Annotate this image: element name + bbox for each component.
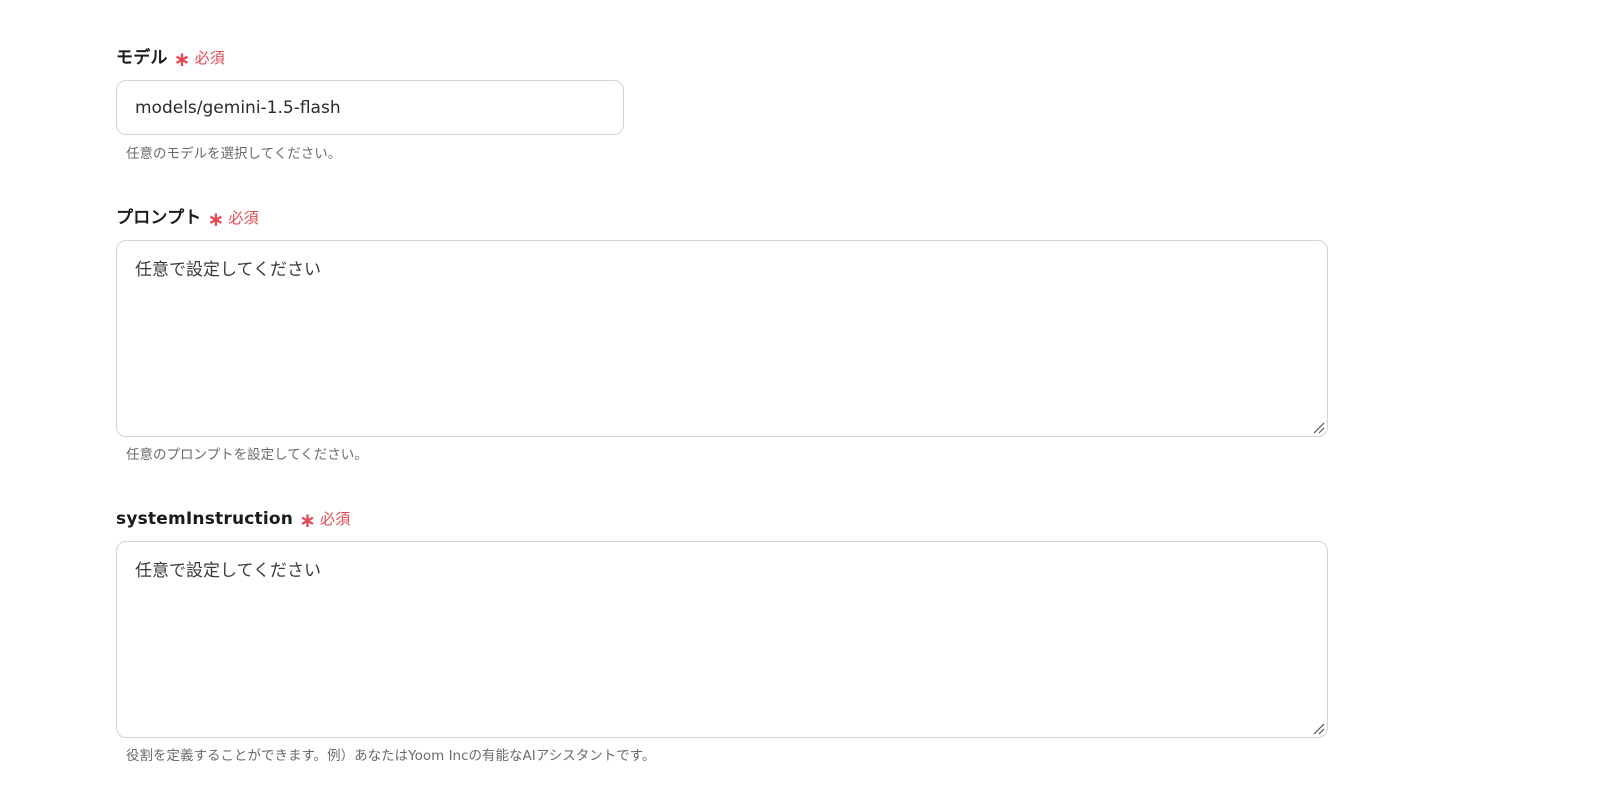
required-badge: 必須 bbox=[194, 49, 225, 67]
prompt-label: プロンプト bbox=[116, 208, 202, 228]
required-star-icon: ∗ bbox=[299, 508, 317, 532]
required-star-icon: ∗ bbox=[207, 207, 225, 231]
required-badge: 必須 bbox=[228, 209, 259, 227]
system-instruction-placeholder: 任意で設定してください bbox=[135, 561, 321, 581]
model-select-value: models/gemini-1.5-flash bbox=[135, 97, 341, 118]
system-instruction-label: systemInstruction bbox=[116, 509, 294, 529]
model-select[interactable]: models/gemini-1.5-flash bbox=[116, 80, 624, 135]
required-star-icon: ∗ bbox=[173, 47, 191, 71]
required-badge: 必須 bbox=[320, 510, 351, 528]
resize-grip-icon[interactable] bbox=[1311, 420, 1325, 434]
model-help-text: 任意のモデルを選択してください。 bbox=[126, 146, 342, 162]
system-instruction-help-text: 役割を定義することができます。例）あなたはYoom Incの有能なAIアシスタン… bbox=[126, 748, 656, 764]
system-instruction-label-row: systemInstruction ∗ 必須 bbox=[116, 505, 351, 532]
prompt-placeholder: 任意で設定してください bbox=[135, 260, 321, 280]
prompt-textarea[interactable]: 任意で設定してください bbox=[116, 240, 1328, 437]
resize-grip-icon[interactable] bbox=[1311, 721, 1325, 735]
model-label-row: モデル ∗ 必須 bbox=[116, 43, 225, 71]
prompt-help-text: 任意のプロンプトを設定してください。 bbox=[126, 447, 368, 463]
system-instruction-textarea[interactable]: 任意で設定してください bbox=[116, 541, 1328, 738]
prompt-label-row: プロンプト ∗ 必須 bbox=[116, 203, 259, 231]
model-label: モデル bbox=[116, 48, 168, 68]
